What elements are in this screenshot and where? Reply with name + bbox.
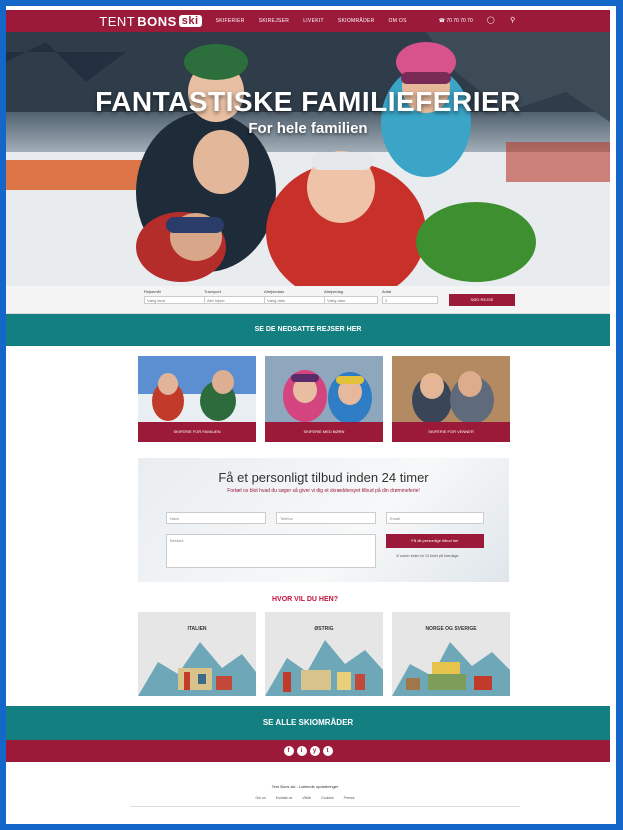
footer-link[interactable]: Cookies [321,796,334,800]
logo-text-a: TENT [99,13,136,29]
destination-name: NORGE OG SVERIGE [425,626,477,632]
transport-select[interactable]: Alle rejser [204,296,266,304]
user-icon[interactable]: ◯ [487,17,495,25]
deal-card-image [265,356,383,422]
hero-banner: FANTASTISKE FAMILIEFERIER For hele famil… [6,32,610,286]
hero-title: FANTASTISKE FAMILIEFERIER [95,86,521,117]
message-field[interactable]: Besked [166,534,376,568]
date-select[interactable]: Vælg dato [264,296,326,304]
mountain-illustration [265,640,383,696]
deal-card-caption: SKIFERIE FOR FAMILIEN [138,422,256,442]
footer-link[interactable]: Om os [255,796,265,800]
deals-banner[interactable]: SE DE NEDSATTE REJSER HER [6,314,610,346]
deal-card-friends[interactable]: SKIFERIE FOR VENNER [392,356,510,442]
destination-name: ITALIEN [187,626,207,632]
ski-areas-banner[interactable]: SE ALLE SKIOMRÅDER [6,706,610,740]
search-field-count[interactable]: Antal 2 [382,289,438,304]
footer-link[interactable]: Presse [344,796,355,800]
footer-title: Tent Bons ski - Løbende opdateringer [271,784,339,789]
search-icon[interactable]: ⚲ [509,17,517,25]
logo-text-b: BONS [137,13,177,29]
destination-card-ostrig[interactable]: ØSTRIG [265,612,383,696]
field-label: Transport [204,289,221,294]
destination-card-italien[interactable]: ITALIEN [138,612,256,696]
nav-item-skiomrader[interactable]: SKIOMRÅDER [338,18,375,24]
field-label: Afrejsedato [264,289,285,294]
day-select[interactable]: Vælg dato [324,296,378,304]
destination-card-norge-sverige[interactable]: NORGE OG SVERIGE [392,612,510,696]
instagram-icon[interactable]: i [296,746,307,756]
footer-link[interactable]: Vilkår [302,796,311,800]
phone-field[interactable]: Telefon [276,512,376,524]
deal-card-kids[interactable]: SKIFERIE MED BØRN [265,356,383,442]
phone-number[interactable]: ☎ 70 70 70 70 [439,18,473,24]
email-field[interactable]: Email [386,512,484,524]
field-label: Afrejsedag [324,289,344,294]
offer-subtitle: Fortæl os blot hvad du søger så giver vi… [227,488,420,494]
offer-note: Vi svarer inden for 24 timer på hverdage [396,554,459,558]
hero-photo [6,32,610,286]
nav-item-om-os[interactable]: OM OS [389,18,407,24]
deal-card-image [392,356,510,422]
search-field-date[interactable]: Afrejsedato Vælg dato [264,289,326,304]
youtube-icon[interactable]: y [309,746,320,756]
deal-card-caption: SKIFERIE FOR VENNER [392,422,510,442]
footer-link[interactable]: Kontakt os [276,796,293,800]
social-links: f i y t [6,740,610,762]
search-button[interactable]: SØG REJSE [449,294,515,306]
deal-card-family[interactable]: SKIFERIE FOR FAMILIEN [138,356,256,442]
offer-title: Få et personligt tilbud inden 24 timer [218,470,429,485]
destinations-heading: HVOR VIL DU HEN? [272,596,338,603]
destination-name: ØSTRIG [314,626,334,632]
deal-card-image [138,356,256,422]
field-label: Rejsemål [144,289,161,294]
footer-divider [130,806,520,807]
logo-ski-badge: ski [178,15,202,27]
search-bar: Rejsemål Vælg land Transport Alle rejser… [6,286,610,314]
hero-subtitle: For hele familien [248,120,368,137]
nav-item-livekit[interactable]: LIVEKIT [303,18,324,24]
facebook-icon[interactable]: f [283,746,294,756]
footer-links: Om os Kontakt os Vilkår Cookies Presse [0,796,610,800]
twitter-icon[interactable]: t [322,746,333,756]
offer-submit-button[interactable]: Få dit personlige tilbud her [386,534,484,548]
search-field-destination[interactable]: Rejsemål Vælg land [144,289,206,304]
nav-item-skirejser[interactable]: SKIREJSER [259,18,290,24]
top-navigation: TENT BONS ski SKIFERIER SKIREJSER LIVEKI… [6,10,610,32]
deal-card-caption: SKIFERIE MED BØRN [265,422,383,442]
field-label: Antal [382,289,392,294]
count-select[interactable]: 2 [382,296,438,304]
mountain-illustration [392,642,510,696]
destination-select[interactable]: Vælg land [144,296,206,304]
search-field-transport[interactable]: Transport Alle rejser [204,289,266,304]
search-field-day[interactable]: Afrejsedag Vælg dato [324,289,378,304]
name-field[interactable]: Navn [166,512,266,524]
mountain-illustration [138,642,256,696]
logo[interactable]: TENT BONS ski [99,13,202,29]
nav-item-skiferier[interactable]: SKIFERIER [216,18,245,24]
